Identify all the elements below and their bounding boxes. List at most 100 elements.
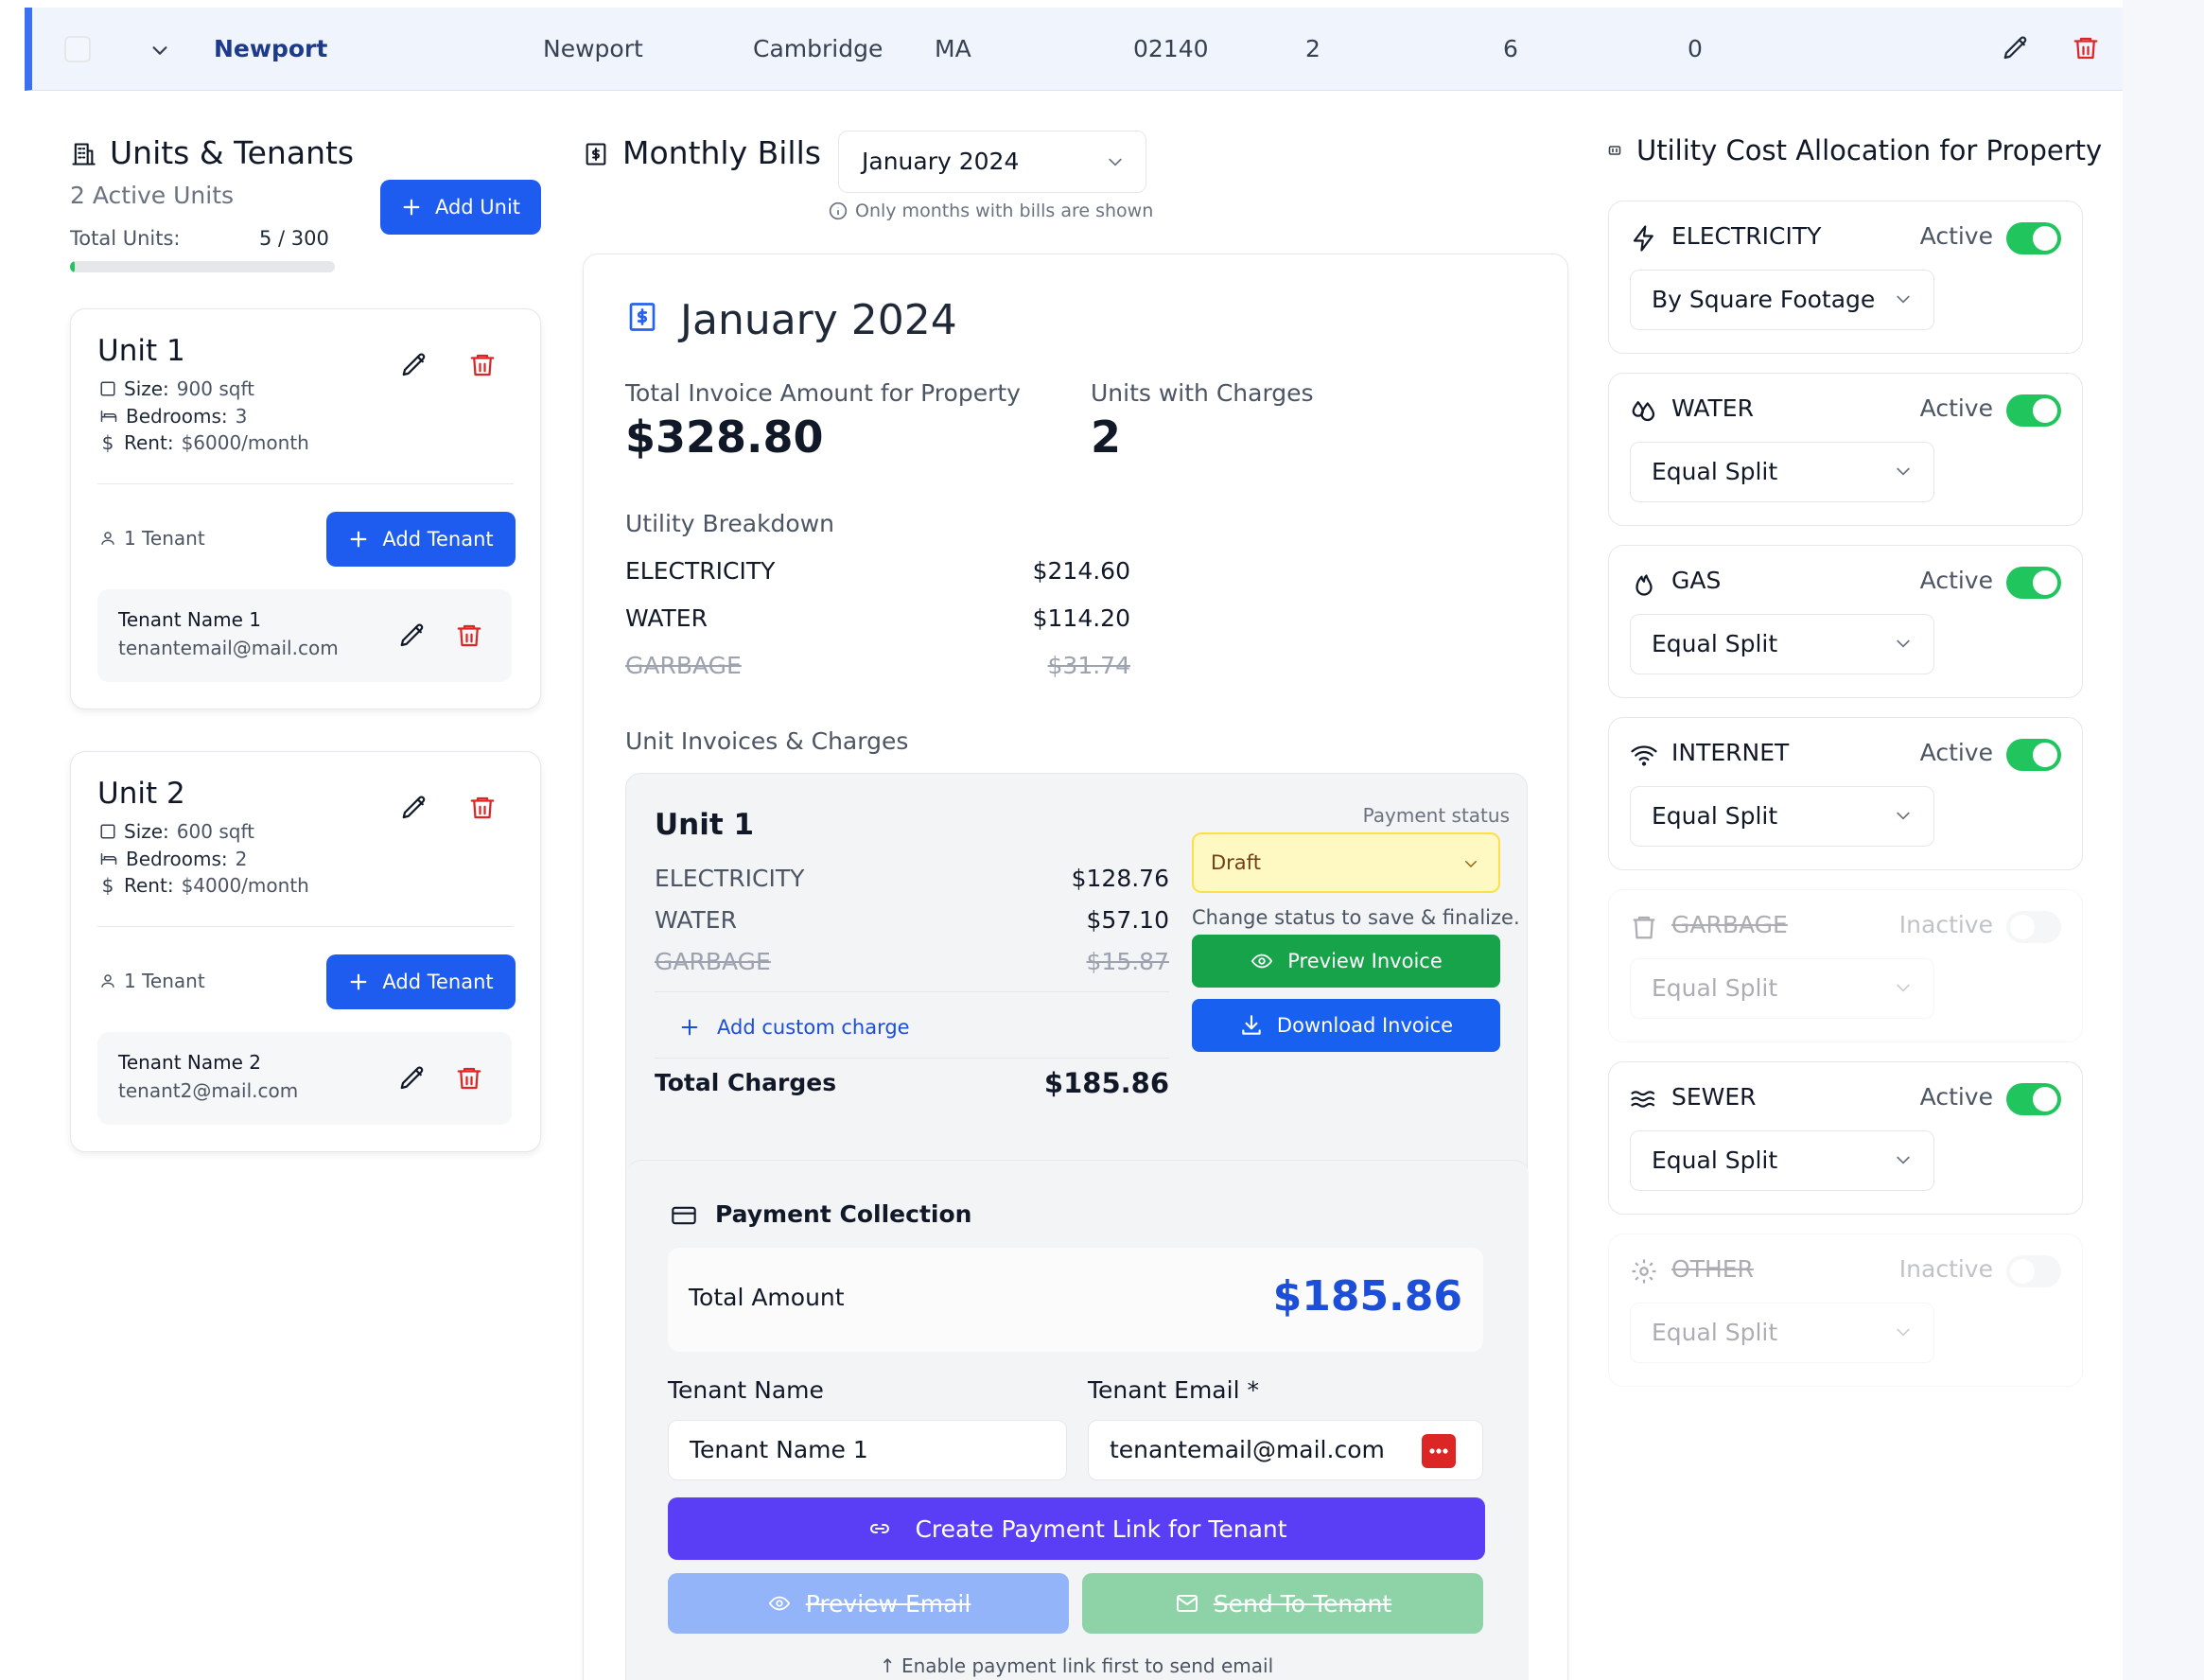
edit-tenant-icon[interactable] — [398, 621, 427, 650]
allocation-method-value: Equal Split — [1652, 974, 1778, 1002]
allocation-method-select[interactable]: Equal Split — [1630, 614, 1934, 674]
payment-status-select[interactable]: Draft — [1192, 832, 1500, 893]
breakdown-name: GARBAGE — [625, 652, 742, 679]
utility-name: WATER — [1671, 394, 1754, 422]
allocation-method-select[interactable]: Equal Split — [1630, 1130, 1934, 1191]
add-custom-charge-label: Add custom charge — [717, 1016, 910, 1039]
tenant-count: 1 Tenant — [99, 527, 205, 550]
tenant-email-input[interactable]: tenantemail@mail.com — [1088, 1420, 1483, 1480]
edit-tenant-icon[interactable] — [398, 1064, 427, 1093]
chevron-down-icon — [1897, 1328, 1910, 1337]
add-tenant-button[interactable]: Add Tenant — [326, 512, 516, 567]
charge-amount: $128.76 — [1071, 865, 1169, 892]
units-panel-title: Units & Tenants — [110, 134, 355, 171]
utility-toggle[interactable] — [2006, 567, 2061, 599]
property-row[interactable]: Newport Newport Cambridge MA 02140 2 6 0 — [25, 8, 2123, 91]
utility-toggle[interactable] — [2006, 222, 2061, 254]
delete-tenant-icon[interactable] — [455, 621, 483, 650]
unit-rent-label: Rent: — [124, 431, 174, 454]
delete-property-icon[interactable] — [2072, 34, 2100, 62]
breakdown-amount: $114.20 — [1032, 604, 1130, 632]
utility-toggle[interactable] — [2006, 394, 2061, 427]
divider — [655, 1058, 1169, 1059]
utility-card-other: OTHER Inactive Equal Split — [1608, 1234, 2083, 1387]
link-icon — [870, 1524, 890, 1533]
unit-size: Size: 600 sqft — [99, 820, 254, 843]
units-progress-fill — [70, 261, 75, 272]
page-side-background — [2123, 0, 2204, 1680]
breakdown-amount: $31.74 — [1047, 652, 1130, 679]
allocation-method-select[interactable]: Equal Split — [1630, 442, 1934, 502]
edit-unit-icon[interactable] — [400, 794, 429, 822]
unit-bedrooms: Bedrooms: 3 — [99, 405, 247, 428]
utility-toggle[interactable] — [2006, 1255, 2061, 1287]
chevron-down-icon — [1109, 158, 1122, 166]
unit-card: Unit 2 Size: 600 sqft Bedrooms: 2 $ Rent… — [70, 751, 541, 1152]
property-name[interactable]: Newport — [214, 8, 327, 91]
unit-rent: $ Rent: $4000/month — [99, 874, 309, 897]
units-with-charges-value: 2 — [1091, 411, 1122, 463]
bed-icon — [100, 411, 117, 422]
utility-card-electricity: ELECTRICITY Active By Square Footage — [1608, 201, 2083, 354]
utility-state: Active — [1919, 739, 1993, 766]
toggle-knob — [2010, 915, 2035, 939]
allocation-icon — [1608, 144, 1621, 157]
total-invoice-label: Total Invoice Amount for Property — [625, 379, 1021, 407]
delete-unit-icon[interactable] — [468, 794, 497, 822]
chevron-down-icon — [1465, 861, 1477, 868]
building-icon — [70, 140, 96, 168]
receipt-icon — [583, 140, 609, 168]
tenant-item[interactable]: Tenant Name 1 tenantemail@mail.com — [97, 589, 512, 682]
eye-icon — [1251, 954, 1273, 969]
allocation-method-select[interactable]: Equal Split — [1630, 1303, 1934, 1363]
password-manager-icon[interactable] — [1422, 1434, 1456, 1468]
receipt-icon — [625, 298, 659, 336]
edit-unit-icon[interactable] — [400, 351, 429, 379]
utility-toggle[interactable] — [2006, 1083, 2061, 1115]
wifi-icon — [1630, 741, 1658, 769]
utility-breakdown-title: Utility Breakdown — [625, 510, 834, 537]
charge-name: ELECTRICITY — [655, 865, 805, 892]
send-to-tenant-button[interactable]: Send To Tenant — [1082, 1573, 1483, 1634]
charge-row: GARBAGE $15.87 — [655, 948, 1169, 989]
unit-rent-value: $6000/month — [181, 431, 309, 454]
add-tenant-button[interactable]: Add Tenant — [326, 954, 516, 1009]
delete-unit-icon[interactable] — [468, 351, 497, 379]
unit-size: Size: 900 sqft — [99, 377, 254, 400]
add-unit-button[interactable]: Add Unit — [380, 180, 541, 235]
payment-total-box: Total Amount $185.86 — [668, 1248, 1483, 1352]
month-select-value: January 2024 — [862, 148, 1020, 175]
breakdown-row: GARBAGE $31.74 — [625, 652, 1130, 699]
edit-property-icon[interactable] — [2002, 34, 2030, 62]
allocation-method-select[interactable]: Equal Split — [1630, 786, 1934, 847]
add-custom-charge-button[interactable]: Add custom charge — [679, 1016, 910, 1039]
utility-name: SEWER — [1671, 1083, 1757, 1111]
breakdown-name: WATER — [625, 604, 708, 632]
chevron-down-icon[interactable] — [149, 40, 170, 61]
delete-tenant-icon[interactable] — [455, 1064, 483, 1093]
eye-icon — [768, 1596, 790, 1611]
allocation-method-select[interactable]: By Square Footage — [1630, 270, 1934, 330]
preview-invoice-button[interactable]: Preview Invoice — [1192, 935, 1500, 988]
tenant-item[interactable]: Tenant Name 2 tenant2@mail.com — [97, 1032, 512, 1125]
preview-email-button[interactable]: Preview Email — [668, 1573, 1069, 1634]
toggle-knob — [2010, 1259, 2035, 1284]
status-hint: Change status to save & finalize. — [1192, 906, 1520, 929]
allocation-method-select[interactable]: Equal Split — [1630, 958, 1934, 1019]
month-select[interactable]: January 2024 — [838, 131, 1146, 193]
download-invoice-button[interactable]: Download Invoice — [1192, 999, 1500, 1052]
payment-total-value: $185.86 — [1272, 1272, 1462, 1321]
utility-name: GAS — [1671, 567, 1722, 594]
credit-card-icon — [668, 1202, 700, 1229]
create-payment-link-button[interactable]: Create Payment Link for Tenant — [668, 1497, 1485, 1560]
plus-icon — [681, 1019, 698, 1036]
payment-status-label: Payment status — [1362, 804, 1510, 827]
bill-card: January 2024 Total Invoice Amount for Pr… — [583, 254, 1568, 1680]
tenant-name-input[interactable]: Tenant Name 1 — [668, 1420, 1067, 1480]
utility-toggle[interactable] — [2006, 739, 2061, 771]
utility-toggle[interactable] — [2006, 911, 2061, 943]
dollar-icon: $ — [101, 874, 114, 897]
utility-state: Inactive — [1898, 911, 1993, 938]
row-checkbox[interactable] — [64, 36, 91, 62]
tenant-name-input-value: Tenant Name 1 — [690, 1436, 868, 1463]
